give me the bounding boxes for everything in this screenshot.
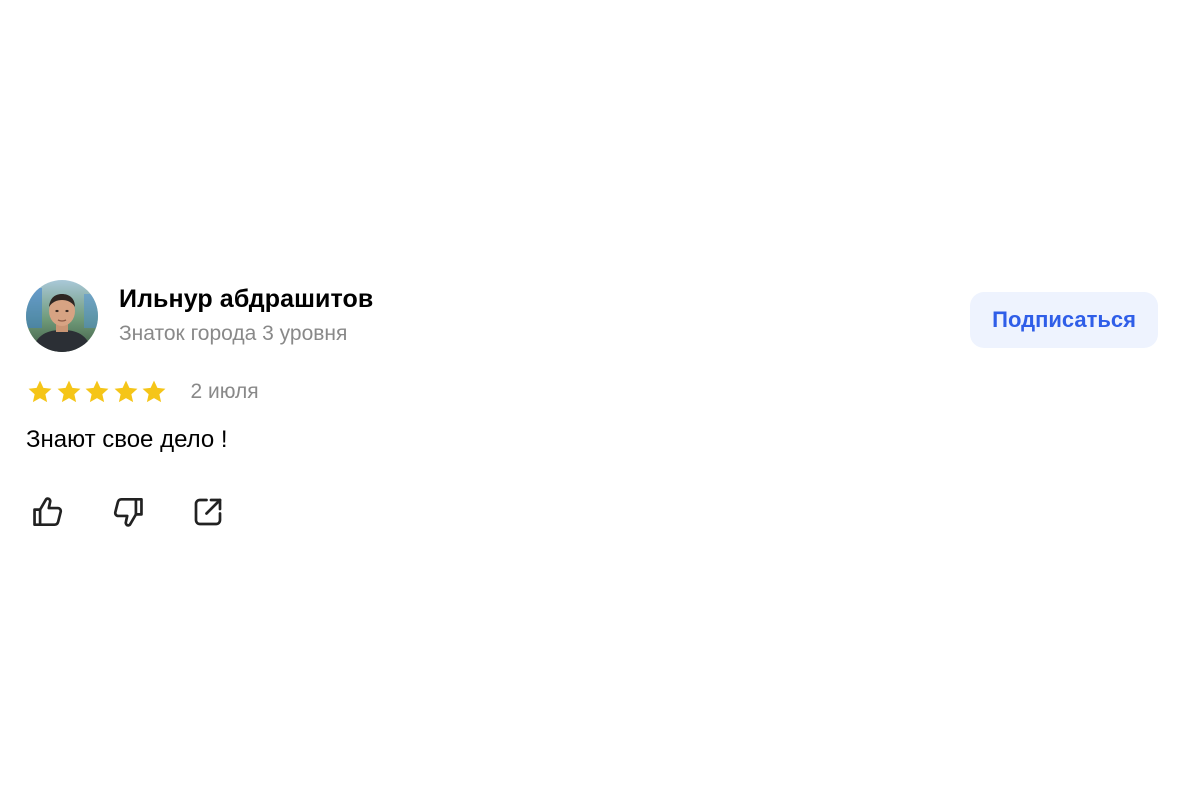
review-card: Ильнур абдрашитов Знаток города 3 уровня… — [26, 280, 1158, 534]
star-icon — [140, 378, 168, 406]
like-button[interactable] — [26, 490, 70, 534]
review-text: Знают свое дело ! — [26, 426, 228, 453]
share-button[interactable] — [186, 490, 230, 534]
review-actions — [26, 490, 1158, 534]
author-level: Знаток города 3 уровня — [119, 322, 348, 345]
review-meta: 2 июля — [26, 378, 1158, 406]
author-info: Ильнур абдрашитов Знаток города 3 уровня — [119, 283, 373, 349]
page: Ильнур абдрашитов Знаток города 3 уровня… — [0, 0, 1200, 800]
star-icon — [55, 378, 83, 406]
star-rating — [26, 378, 169, 406]
thumbs-down-icon — [113, 497, 143, 527]
avatar-photo-icon — [26, 280, 98, 352]
subscribe-button[interactable]: Подписаться — [970, 292, 1158, 348]
star-icon — [112, 378, 140, 406]
share-icon — [194, 498, 222, 526]
avatar[interactable] — [26, 280, 98, 352]
dislike-button[interactable] — [106, 490, 150, 534]
author-name[interactable]: Ильнур абдрашитов — [119, 283, 373, 315]
star-icon — [26, 378, 54, 406]
thumbs-up-icon — [33, 497, 63, 527]
star-icon — [83, 378, 111, 406]
review-date: 2 июля — [190, 380, 259, 403]
review-header: Ильнур абдрашитов Знаток города 3 уровня… — [26, 280, 1158, 352]
